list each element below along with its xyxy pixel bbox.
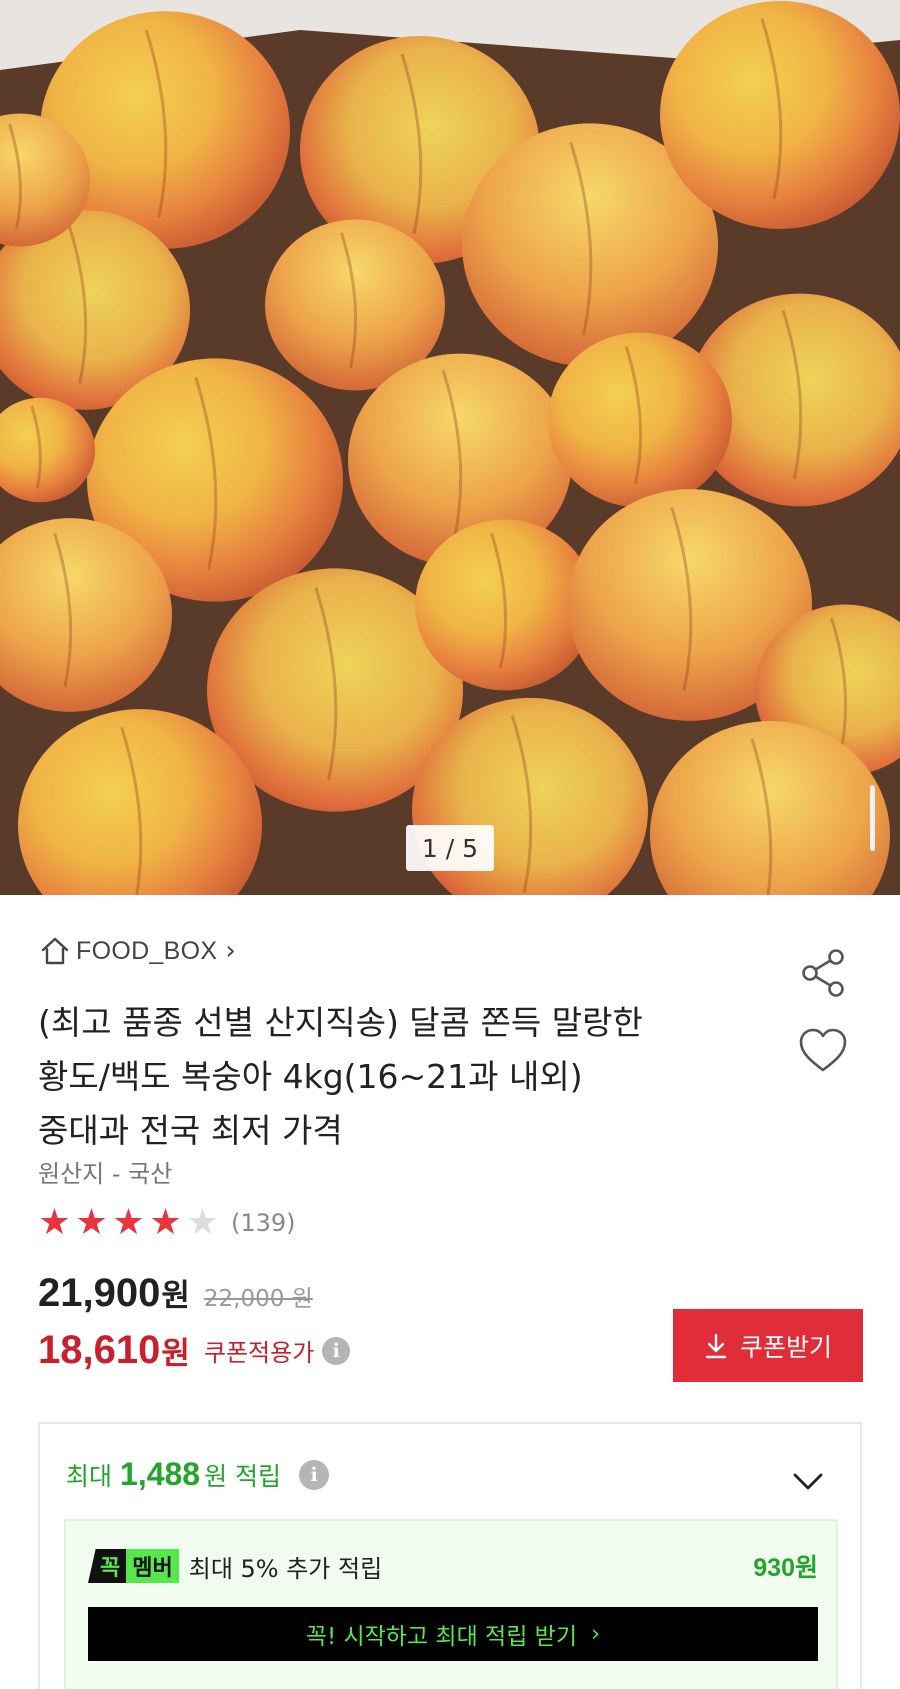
membership-start-label: 꼭! 시작하고 최대 적립 받기 bbox=[305, 1624, 578, 1650]
star-filled-icon: ★ bbox=[149, 1202, 182, 1243]
membership-badge-left: 꼭 bbox=[88, 1549, 127, 1583]
membership-badge-right: 멤버 bbox=[126, 1549, 179, 1583]
coupon-price: 18,610 bbox=[38, 1328, 161, 1372]
coupon-price-row: 18,610 원 쿠폰적용가 i bbox=[38, 1328, 351, 1373]
points-suffix: 원 적립 bbox=[204, 1461, 282, 1491]
review-count[interactable]: (139) bbox=[231, 1209, 296, 1237]
download-icon bbox=[705, 1333, 727, 1358]
get-coupon-label: 쿠폰받기 bbox=[739, 1332, 832, 1362]
price-row: 21,900 원 22,000 원 bbox=[38, 1270, 313, 1316]
info-icon[interactable]: i bbox=[322, 1336, 351, 1365]
info-icon[interactable]: i bbox=[299, 1459, 330, 1490]
get-coupon-button[interactable]: 쿠폰받기 bbox=[673, 1309, 863, 1382]
page-indicator: 1 / 5 bbox=[406, 825, 494, 871]
currency-unit: 원 bbox=[161, 1336, 190, 1372]
product-origin: 원산지 - 국산 bbox=[38, 1160, 173, 1188]
currency-unit: 원 bbox=[161, 1278, 190, 1314]
chevron-right-icon: › bbox=[591, 1621, 601, 1647]
original-price: 22,000 원 bbox=[203, 1286, 313, 1312]
share-button[interactable] bbox=[798, 948, 848, 998]
membership-text: 최대 5% 추가 적립 bbox=[188, 1554, 383, 1583]
store-link[interactable]: FOOD_BOX › bbox=[40, 934, 236, 968]
membership-panel: 꼭 멤버 최대 5% 추가 적립 930원 꼭! 시작하고 최대 적립 받기 › bbox=[64, 1519, 838, 1689]
star-filled-icon: ★ bbox=[75, 1202, 108, 1243]
product-title-line: 중대과 전국 최저 가격 bbox=[38, 1111, 343, 1150]
sale-price: 21,900 bbox=[38, 1271, 161, 1315]
membership-row: 꼭 멤버 최대 5% 추가 적립 930원 bbox=[88, 1548, 818, 1584]
points-prefix: 최대 bbox=[66, 1461, 113, 1491]
store-name: FOOD_BOX bbox=[76, 936, 218, 965]
product-image bbox=[0, 0, 900, 895]
rating[interactable]: ★ ★ ★ ★ ★ (139) bbox=[36, 1202, 296, 1243]
membership-start-button[interactable]: 꼭! 시작하고 최대 적립 받기 › bbox=[88, 1607, 818, 1661]
product-title-line: 황도/백도 복숭아 4kg(16~21과 내외) bbox=[38, 1057, 583, 1096]
share-icon bbox=[802, 949, 844, 997]
like-button[interactable] bbox=[797, 1026, 849, 1074]
star-filled-icon: ★ bbox=[38, 1202, 71, 1243]
product-image-carousel[interactable]: 1 / 5 bbox=[0, 0, 900, 895]
chevron-down-icon[interactable] bbox=[790, 1469, 826, 1493]
membership-amount: 930원 bbox=[753, 1554, 818, 1582]
heart-icon bbox=[799, 1028, 847, 1072]
home-icon bbox=[41, 937, 69, 965]
membership-badge: 꼭 멤버 bbox=[88, 1549, 179, 1583]
product-title-line: (최고 품종 선별 산지직송) 달콤 쫀득 말랑한 bbox=[38, 1003, 643, 1042]
points-summary: 최대 1,488 원 적립 i bbox=[66, 1456, 330, 1493]
star-filled-icon: ★ bbox=[112, 1202, 145, 1243]
star-empty-icon: ★ bbox=[186, 1202, 219, 1243]
points-amount: 1,488 bbox=[120, 1456, 201, 1492]
product-title: (최고 품종 선별 산지직송) 달콤 쫀득 말랑한 황도/백도 복숭아 4kg(… bbox=[38, 996, 758, 1158]
chevron-right-icon: › bbox=[225, 936, 236, 966]
coupon-price-label: 쿠폰적용가 bbox=[203, 1339, 315, 1367]
scrollbar-thumb[interactable] bbox=[870, 785, 875, 851]
points-panel: 최대 1,488 원 적립 i 꼭 멤버 최대 5% 추가 적립 930원 꼭!… bbox=[38, 1422, 862, 1689]
